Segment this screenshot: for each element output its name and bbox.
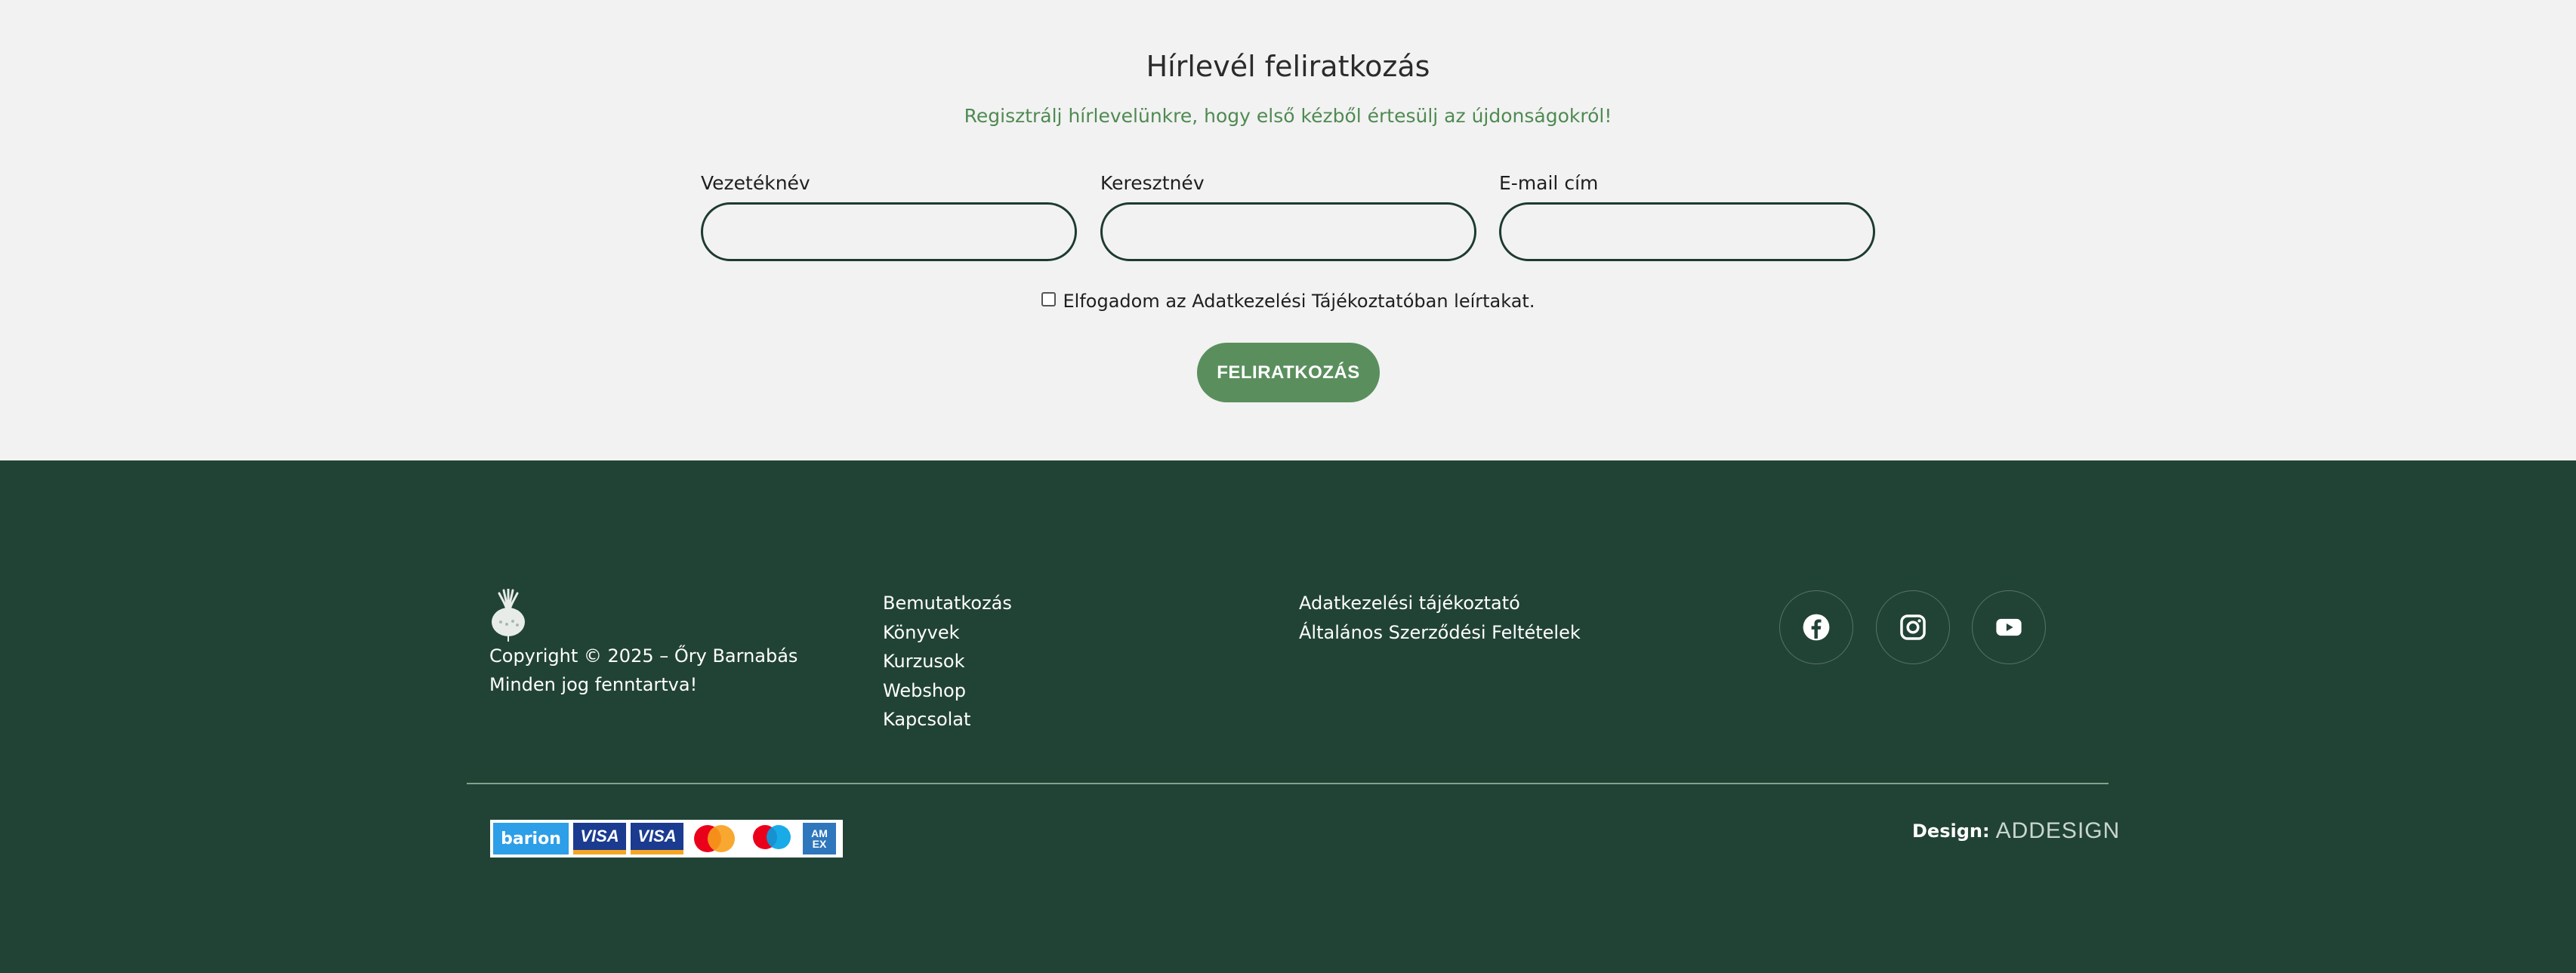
first-name-input[interactable] bbox=[1100, 202, 1476, 261]
footer-link-privacy[interactable]: Adatkezelési tájékoztató bbox=[1299, 589, 1581, 618]
email-field-group: E-mail cím bbox=[1499, 172, 1875, 261]
consent-checkbox[interactable] bbox=[1041, 291, 1056, 306]
facebook-icon bbox=[1803, 614, 1830, 641]
footer-link-terms[interactable]: Általános Szerződési Feltételek bbox=[1299, 618, 1581, 648]
newsletter-subtitle: Regisztrálj hírlevelünkre, hogy első kéz… bbox=[964, 105, 1612, 127]
consent-row: Elfogadom az Adatkezelési Tájékoztatóban… bbox=[0, 291, 2576, 312]
footer: Copyright © 2025 – Őry Barnabás Minden j… bbox=[0, 460, 2576, 973]
rights-line: Minden jog fenntartva! bbox=[489, 674, 698, 695]
beet-logo-icon bbox=[492, 589, 525, 642]
first-name-field-group: Keresztnév bbox=[1100, 172, 1476, 261]
footer-link-konyvek[interactable]: Könyvek bbox=[883, 618, 1012, 648]
barion-logo: barion bbox=[493, 823, 569, 854]
design-credit: Design: ADDESIGN bbox=[1912, 818, 2120, 844]
footer-link-webshop[interactable]: Webshop bbox=[883, 676, 1012, 706]
newsletter-section: Hírlevél feliratkozás Regisztrálj hírlev… bbox=[0, 0, 2576, 460]
footer-nav: Bemutatkozás Könyvek Kurzusok Webshop Ka… bbox=[883, 589, 1012, 734]
visa-logo: VISA bbox=[573, 823, 626, 854]
email-input[interactable] bbox=[1499, 202, 1875, 261]
last-name-label: Vezetéknév bbox=[701, 172, 810, 194]
facebook-button[interactable] bbox=[1779, 590, 1853, 664]
youtube-button[interactable] bbox=[1972, 590, 2046, 664]
footer-divider bbox=[467, 783, 2109, 784]
footer-link-kapcsolat[interactable]: Kapcsolat bbox=[883, 705, 1012, 734]
copyright: Copyright © 2025 – Őry Barnabás Minden j… bbox=[489, 642, 797, 699]
consent-label[interactable]: Elfogadom az Adatkezelési Tájékoztatóban… bbox=[1063, 291, 1535, 312]
email-label: E-mail cím bbox=[1499, 172, 1599, 194]
youtube-icon bbox=[1996, 618, 2022, 636]
mastercard-logo bbox=[688, 823, 741, 854]
first-name-label: Keresztnév bbox=[1100, 172, 1205, 194]
subscribe-button[interactable]: FELIRATKOZÁS bbox=[1197, 343, 1380, 402]
visa-electron-logo: VISA bbox=[631, 823, 683, 854]
newsletter-title: Hírlevél feliratkozás bbox=[1146, 50, 1430, 83]
payment-logos: barion VISA VISA AM EX bbox=[490, 820, 843, 858]
last-name-field-group: Vezetéknév bbox=[701, 172, 1077, 261]
footer-link-kurzusok[interactable]: Kurzusok bbox=[883, 647, 1012, 676]
footer-link-bemutatkozas[interactable]: Bemutatkozás bbox=[883, 589, 1012, 618]
last-name-input[interactable] bbox=[701, 202, 1077, 261]
instagram-button[interactable] bbox=[1876, 590, 1950, 664]
footer-legal: Adatkezelési tájékoztató Általános Szerz… bbox=[1299, 589, 1581, 647]
copyright-line: Copyright © 2025 – Őry Barnabás bbox=[489, 645, 798, 667]
design-label: Design: bbox=[1912, 821, 1990, 842]
maestro-logo bbox=[745, 823, 798, 854]
instagram-icon bbox=[1900, 614, 1926, 640]
addesign-link[interactable]: ADDESIGN bbox=[1996, 818, 2121, 844]
amex-logo: AM EX bbox=[803, 823, 836, 854]
